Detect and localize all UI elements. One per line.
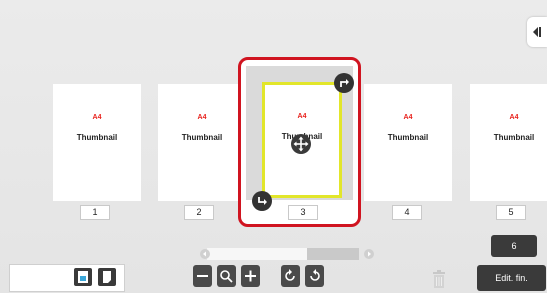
page-size-label: A4: [509, 114, 519, 121]
thumbnail-view-button[interactable]: [74, 268, 92, 286]
rotate-left-button[interactable]: [281, 265, 300, 287]
page-size-label: A4: [403, 114, 413, 121]
image-view-icon: [78, 271, 88, 283]
page-number-2: 2: [184, 205, 214, 220]
page-thumbnail-2[interactable]: A4 Thumbnail: [158, 84, 246, 201]
zoom-in-icon: [245, 270, 256, 282]
thumbnail-label: Thumbnail: [181, 133, 223, 142]
page-view-button[interactable]: [98, 268, 116, 286]
scroll-left-button[interactable]: [200, 249, 210, 259]
thumbnail-label: Thumbnail: [493, 133, 535, 142]
zoom-button[interactable]: [217, 265, 236, 287]
thumbnail-label: Thumbnail: [387, 133, 429, 142]
move-handle[interactable]: [291, 134, 311, 154]
rotate-right-icon: [340, 79, 349, 87]
rotate-left-handle[interactable]: [252, 191, 272, 211]
rotate-right-icon: [310, 269, 320, 281]
collapse-arrow-icon: [533, 27, 541, 37]
page-thumbnail-5[interactable]: A4 Thumbnail: [470, 84, 547, 201]
scrollbar-thumb[interactable]: [207, 248, 307, 260]
scroll-right-button[interactable]: [364, 249, 374, 259]
move-icon: [293, 136, 309, 152]
page-number-4: 4: [392, 205, 422, 220]
zoom-out-icon: [197, 275, 208, 277]
page-number-1: 1: [80, 205, 110, 220]
preview-screen: A4 Thumbnail 1 A4 Thumbnail 2 A4 Thumbna…: [0, 0, 547, 293]
page-number-3: 3: [288, 205, 318, 220]
zoom-in-button[interactable]: [241, 265, 260, 287]
page-size-label: A4: [297, 113, 307, 120]
page-number-5: 5: [496, 205, 526, 220]
page-thumbnail-4[interactable]: A4 Thumbnail: [364, 84, 452, 201]
delete-button[interactable]: [432, 270, 446, 293]
zoom-icon: [220, 270, 233, 283]
scroll-left-icon: [203, 251, 206, 257]
trash-icon: [433, 270, 445, 288]
page-size-label: A4: [197, 114, 207, 121]
zoom-out-button[interactable]: [193, 265, 212, 287]
thumbnail-label: Thumbnail: [76, 133, 118, 142]
rotate-right-handle[interactable]: [334, 73, 354, 93]
page-6-button[interactable]: 6: [491, 235, 537, 257]
scroll-right-icon: [368, 251, 371, 257]
rotate-left-icon: [258, 197, 267, 205]
page-icon: [103, 271, 111, 283]
page-size-label: A4: [92, 114, 102, 121]
edit-finish-button[interactable]: Edit. fin.: [477, 265, 546, 291]
rotate-left-icon: [285, 269, 295, 281]
rotate-right-button[interactable]: [305, 265, 324, 287]
page-thumbnail-1[interactable]: A4 Thumbnail: [53, 84, 141, 201]
side-panel-tab[interactable]: [527, 17, 547, 47]
